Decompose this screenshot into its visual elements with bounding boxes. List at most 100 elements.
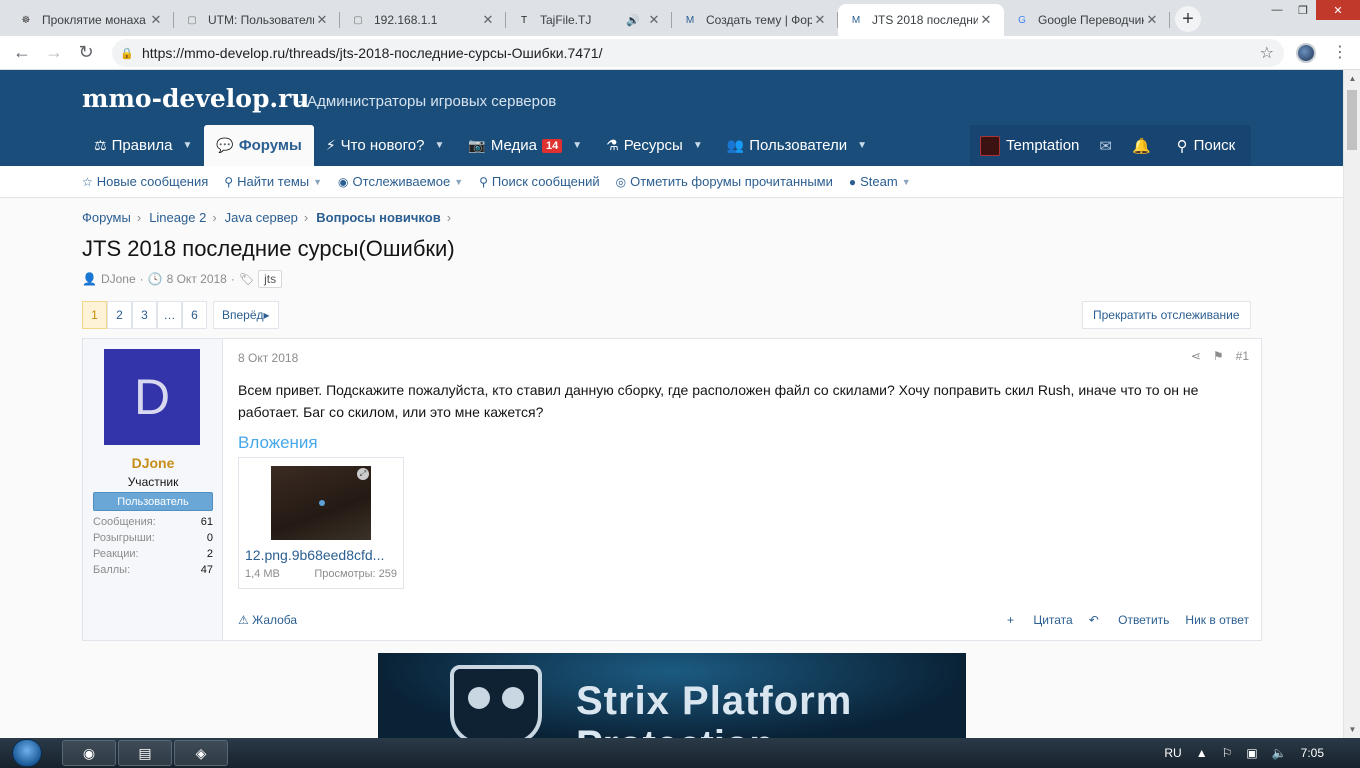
next-page-button[interactable]: Вперёд ▸	[213, 301, 279, 329]
post-number[interactable]: #1	[1236, 349, 1249, 363]
reload-button[interactable]: ↻	[70, 39, 102, 67]
browser-tab[interactable]: T TajFile.TJ 🔊 ✕	[506, 4, 672, 36]
thread-date[interactable]: 8 Окт 2018	[167, 272, 227, 286]
chevron-down-icon[interactable]: ▼	[434, 140, 444, 151]
new-tab-button[interactable]: +	[1175, 6, 1201, 32]
subnav-item[interactable]: ◎ Отметить форумы прочитанными	[616, 174, 833, 189]
start-button[interactable]	[12, 739, 42, 767]
nav-label: Ресурсы	[623, 137, 683, 154]
page-scrollbar[interactable]: ▲ ▼	[1343, 70, 1360, 738]
app-taskbar-icon[interactable]: ◈	[174, 740, 228, 766]
account-link[interactable]: Temptation	[970, 125, 1089, 166]
nav-tab[interactable]: 📷 Медиа 14 ▼	[456, 125, 594, 166]
alerts-bell-icon[interactable]: 🔔	[1122, 125, 1161, 166]
share-icon[interactable]: ⋖	[1191, 349, 1201, 363]
stat-value[interactable]: 0	[207, 532, 213, 548]
page-link[interactable]: …	[157, 301, 182, 329]
tab-close-icon[interactable]: ✕	[978, 12, 994, 28]
address-bar[interactable]: 🔒 https://mmo-develop.ru/threads/jts-201…	[112, 39, 1284, 67]
inbox-icon[interactable]: ✉	[1089, 125, 1122, 166]
clock[interactable]: 7:05	[1301, 746, 1324, 760]
maximize-icon[interactable]: ❐	[1290, 0, 1316, 20]
page-link[interactable]: 1	[82, 301, 107, 329]
chevron-down-icon[interactable]: ▼	[454, 177, 463, 187]
browser-tab[interactable]: ▢ 192.168.1.1 ✕	[340, 4, 506, 36]
breadcrumb-item[interactable]: Форумы	[82, 210, 131, 225]
chevron-down-icon[interactable]: ▼	[693, 140, 703, 151]
subnav-item[interactable]: ● Steam ▼	[849, 174, 911, 189]
browser-tab[interactable]: M JTS 2018 последние ✕	[838, 4, 1004, 36]
browser-tab[interactable]: ▢ UTM: Пользователь ✕	[174, 4, 340, 36]
site-logo[interactable]: mmo-develop.ru	[82, 84, 309, 113]
browser-tab[interactable]: M Создать тему | Форум✕	[672, 4, 838, 36]
volume-icon[interactable]: 🔈	[1272, 746, 1287, 760]
minimize-icon[interactable]: —	[1264, 0, 1290, 20]
search-link[interactable]: ⚲ Поиск	[1161, 125, 1252, 166]
chevron-down-icon[interactable]: ▼	[182, 140, 192, 151]
advert-banner[interactable]: Strix Platform Protection	[378, 653, 966, 738]
tab-close-icon[interactable]: ✕	[480, 12, 496, 28]
post-username[interactable]: DJone	[83, 455, 223, 471]
flag-icon[interactable]: ⚐	[1222, 746, 1233, 760]
page-link[interactable]: 3	[132, 301, 157, 329]
browser-tab[interactable]: ☸ Проклятие монаха ✕	[8, 4, 174, 36]
breadcrumb-item[interactable]: Lineage 2	[149, 210, 206, 225]
nav-tab[interactable]: ⚡ Что нового? ▼	[314, 125, 457, 166]
attachment[interactable]: ⤢ 12.png.9b68eed8cfd... 1,4 MB Просмотры…	[238, 457, 404, 589]
scroll-down-icon[interactable]: ▼	[1344, 721, 1360, 738]
quote-button[interactable]: + Цитата	[1007, 613, 1073, 627]
subnav-item[interactable]: ☆ Новые сообщения	[82, 174, 208, 189]
chevron-down-icon[interactable]: ▼	[902, 177, 911, 187]
subnav-item[interactable]: ⚲ Поиск сообщений	[479, 174, 599, 189]
breadcrumb-item[interactable]: Вопросы новичков	[316, 210, 440, 225]
bookmark-star-icon[interactable]: ☆	[1260, 43, 1274, 63]
nav-tab[interactable]: ⚗ Ресурсы ▼	[594, 125, 715, 166]
tab-close-icon[interactable]: ✕	[148, 12, 164, 28]
nav-icon: 👥	[726, 137, 745, 153]
nav-tab[interactable]: ⚖ Правила ▼	[82, 125, 204, 166]
reply-to-button[interactable]: Ник в ответ	[1185, 613, 1249, 627]
bookmark-icon[interactable]: ⚑	[1213, 349, 1224, 363]
tab-close-icon[interactable]: ✕	[314, 12, 330, 28]
tray-arrow-icon[interactable]: ▲	[1196, 746, 1208, 760]
scroll-up-icon[interactable]: ▲	[1344, 70, 1360, 87]
attachment-filename[interactable]: 12.png.9b68eed8cfd...	[245, 547, 397, 563]
page-link[interactable]: 2	[107, 301, 132, 329]
thread-author[interactable]: DJone	[101, 272, 136, 286]
chevron-down-icon[interactable]: ▼	[572, 140, 582, 151]
breadcrumb-item[interactable]: Java сервер	[225, 210, 298, 225]
reply-button[interactable]: ↶ Ответить	[1089, 613, 1170, 627]
nav-tab[interactable]: 💬 Форумы	[204, 125, 314, 166]
tab-close-icon[interactable]: ✕	[812, 12, 828, 28]
unwatch-button[interactable]: Прекратить отслеживание	[1082, 301, 1251, 329]
subnav-item[interactable]: ◉ Отслеживаемое ▼	[338, 174, 463, 189]
avatar[interactable]: D	[104, 349, 200, 445]
report-link[interactable]: ⚠ Жалоба	[238, 613, 297, 627]
explorer-taskbar-icon[interactable]: ▤	[118, 740, 172, 766]
chrome-taskbar-icon[interactable]: ◉	[62, 740, 116, 766]
browser-tab[interactable]: G Google Переводчик ✕	[1004, 4, 1170, 36]
attachment-thumbnail[interactable]: ⤢	[271, 466, 371, 540]
network-icon[interactable]: ▣	[1246, 746, 1257, 760]
chevron-down-icon[interactable]: ▼	[857, 140, 867, 151]
stat-value[interactable]: 61	[201, 516, 213, 532]
stat-value[interactable]: 47	[201, 564, 213, 580]
tab-close-icon[interactable]: ✕	[1144, 12, 1160, 28]
forward-button[interactable]: →	[38, 39, 70, 67]
stat-value[interactable]: 2	[207, 548, 213, 564]
page-link[interactable]: 6	[182, 301, 207, 329]
thread-tag[interactable]: jts	[258, 270, 283, 288]
tab-close-icon[interactable]: ✕	[646, 12, 662, 28]
zoom-icon[interactable]: ⤢	[357, 468, 369, 480]
nav-tab[interactable]: 👥 Пользователи ▼	[715, 125, 879, 166]
back-button[interactable]: ←	[6, 39, 38, 67]
subnav-item[interactable]: ⚲ Найти темы ▼	[224, 174, 322, 189]
scroll-thumb[interactable]	[1347, 90, 1357, 150]
language-indicator[interactable]: RU	[1164, 746, 1181, 760]
chevron-down-icon[interactable]: ▼	[313, 177, 322, 187]
post-date[interactable]: 8 Окт 2018	[238, 351, 298, 365]
close-window-icon[interactable]: ✕	[1316, 0, 1360, 20]
browser-menu-icon[interactable]: ⋮	[1332, 42, 1348, 62]
profile-avatar[interactable]	[1296, 43, 1316, 63]
tab-audio-icon[interactable]: 🔊	[626, 14, 640, 27]
